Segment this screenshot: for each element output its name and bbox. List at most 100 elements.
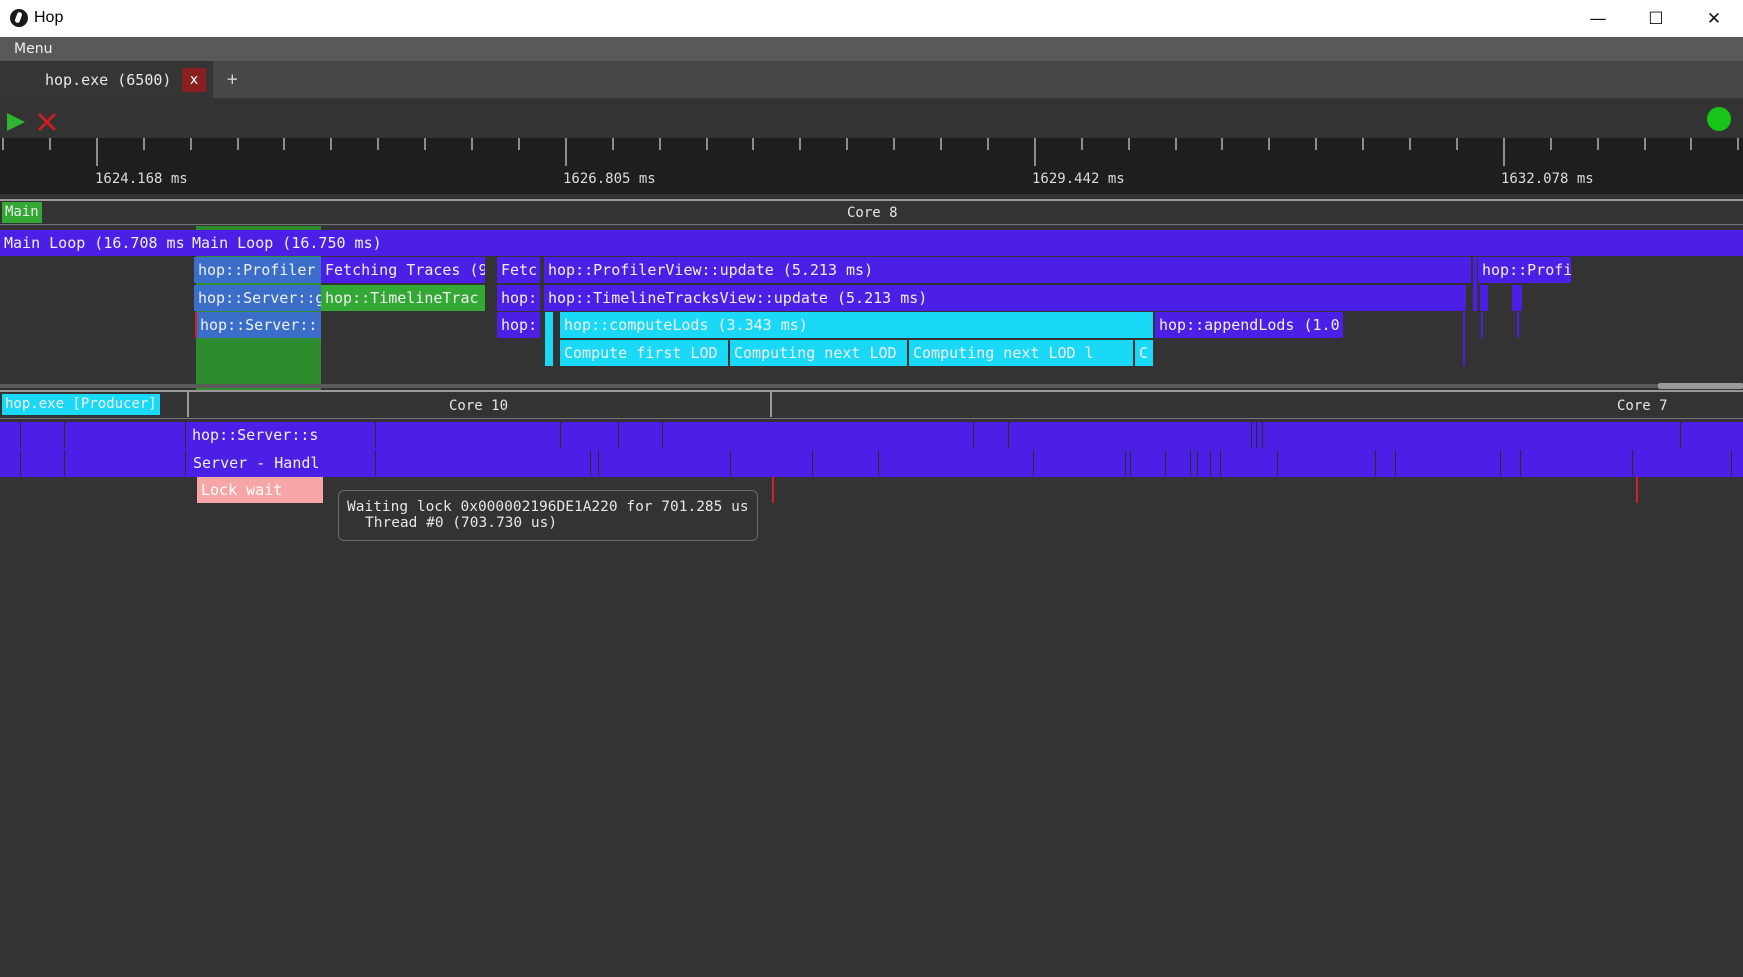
ruler-tick <box>846 138 849 150</box>
zone-computing-next-lod-1[interactable]: Computing next LOD l <box>730 340 907 366</box>
zone-purple-sliver-3[interactable] <box>1480 285 1488 311</box>
ruler-label-2: 1626.805 ms <box>563 171 656 187</box>
ruler-tick <box>1549 138 1552 150</box>
zone-server-2[interactable]: hop::Server:: <box>196 312 321 338</box>
zone-divider <box>185 422 186 448</box>
time-ruler[interactable]: 1624.168 ms 1626.805 ms 1629.442 ms 1632… <box>0 138 1743 194</box>
ruler-tick <box>236 138 239 150</box>
zone-timeline-trac[interactable]: hop::TimelineTrac <box>321 285 485 311</box>
core-divider-2 <box>770 392 772 417</box>
zone-append-lods[interactable]: hop::appendLods (1.0 <box>1155 312 1343 338</box>
minimize-button[interactable]: — <box>1569 0 1627 37</box>
add-tab-button[interactable]: + <box>226 70 239 88</box>
ruler-tick <box>1502 138 1505 166</box>
core-divider-1 <box>187 392 189 417</box>
zone-divider <box>1256 422 1257 448</box>
zone-purple-sliver-5[interactable] <box>1481 312 1483 338</box>
ruler-tick <box>1362 138 1365 150</box>
track-header-separator <box>0 224 1743 225</box>
zone-main-loop-2[interactable]: Main Loop (16.750 ms) <box>188 230 1743 256</box>
close-window-button[interactable]: ✕ <box>1685 0 1743 37</box>
zone-divider <box>1680 422 1681 448</box>
horizontal-scrollbar-thumb[interactable] <box>1658 383 1743 389</box>
zone-server-handl[interactable]: Server - Handl <box>189 450 320 476</box>
ruler-tick <box>48 138 51 150</box>
ruler-tick <box>471 138 473 150</box>
zone-divider <box>1251 422 1252 448</box>
zone-divider <box>812 450 813 476</box>
tab-label[interactable]: hop.exe (6500) <box>45 71 171 89</box>
zone-divider <box>64 450 65 476</box>
core-label-10: Core 10 <box>449 398 509 414</box>
zone-divider <box>185 450 186 476</box>
zone-divider <box>1220 450 1221 476</box>
app-icon <box>10 9 28 27</box>
zone-cyan-sliver[interactable] <box>545 312 553 366</box>
zone-purple-sliver-4[interactable] <box>1512 285 1522 311</box>
zone-divider <box>1190 450 1191 476</box>
toolbar <box>0 98 1743 138</box>
title-bar <box>0 0 1743 37</box>
zone-profiler[interactable]: hop::Profiler <box>194 257 321 283</box>
zone-compute-lods[interactable]: hop::computeLods (3.343 ms) <box>560 312 1153 338</box>
ruler-tick <box>517 138 520 150</box>
ruler-tick <box>1315 138 1318 150</box>
maximize-icon: ☐ <box>1648 8 1664 29</box>
ruler-label-4: 1632.078 ms <box>1501 171 1594 187</box>
horizontal-scrollbar-track[interactable] <box>0 384 1743 388</box>
zone-divider <box>375 450 376 476</box>
zone-divider <box>598 450 599 476</box>
tab-close-button[interactable]: x <box>182 68 206 92</box>
track-name-main[interactable]: Main <box>2 202 42 223</box>
zone-divider <box>662 422 663 448</box>
stop-icon[interactable] <box>36 111 58 133</box>
maximize-button[interactable]: ☐ <box>1627 0 1685 37</box>
ruler-tick <box>705 138 708 150</box>
track-name-producer[interactable]: hop.exe [Producer] <box>2 394 160 415</box>
play-icon[interactable] <box>5 111 27 133</box>
minimize-icon: — <box>1589 8 1607 29</box>
zone-purple-sliver[interactable] <box>1463 312 1465 366</box>
zone-divider <box>1008 422 1009 448</box>
zone-hop-short-2[interactable]: hop: <box>497 312 540 338</box>
zone-compute-first-lod[interactable]: Compute first LOD leve <box>560 340 728 366</box>
zone-c-short[interactable]: C <box>1135 340 1153 366</box>
connection-status-indicator <box>1707 107 1731 131</box>
ruler-tick <box>1174 138 1177 150</box>
zone-purple-sliver-6[interactable] <box>1517 312 1519 338</box>
ruler-tick <box>283 138 286 150</box>
zone-profiler-view-update[interactable]: hop::ProfilerView::update (5.213 ms) <box>544 257 1471 283</box>
zone-divider <box>1130 450 1131 476</box>
zone-divider <box>20 450 21 476</box>
ruler-tick <box>564 138 567 166</box>
zone-hop-short-1[interactable]: hop: <box>497 285 540 311</box>
ruler-tick <box>1596 138 1599 150</box>
zone-divider <box>1520 450 1521 476</box>
zone-server-s[interactable]: hop::Server::s <box>188 422 320 448</box>
ruler-tick <box>1033 138 1036 166</box>
zone-server-1[interactable]: hop::Server::g <box>194 285 321 311</box>
menu-button[interactable]: Menu <box>14 41 52 57</box>
zone-divider <box>1262 422 1263 448</box>
zone-divider <box>618 422 619 448</box>
tooltip-line-1: Waiting lock 0x000002196DE1A220 for 701.… <box>347 499 749 515</box>
zone-fetc[interactable]: Fetc <box>497 257 540 283</box>
ruler-tick <box>1737 138 1740 150</box>
zone-lock-wait[interactable]: Lock wait <box>197 477 323 503</box>
zone-main-loop-1[interactable]: Main Loop (16.708 ms <box>0 230 190 256</box>
zone-divider <box>590 450 591 476</box>
core-label-main: Core 8 <box>847 205 898 221</box>
tab-bar <box>0 61 1743 98</box>
zone-purple-sliver-2[interactable] <box>1473 257 1477 311</box>
ruler-tick <box>377 138 380 150</box>
ruler-label-3: 1629.442 ms <box>1032 171 1125 187</box>
zone-computing-next-lod-2[interactable]: Computing next LOD l <box>909 340 1133 366</box>
zone-fetching-traces[interactable]: Fetching Traces (9 <box>321 257 485 283</box>
zone-timeline-tracks-view-update[interactable]: hop::TimelineTracksView::update (5.213 m… <box>544 285 1466 311</box>
window-title: Hop <box>34 9 64 26</box>
zone-divider <box>560 422 561 448</box>
ruler-tick <box>424 138 427 150</box>
ruler-tick <box>986 138 989 150</box>
zone-hop-profi[interactable]: hop::Profi <box>1478 257 1571 283</box>
ruler-tick <box>1080 138 1083 150</box>
